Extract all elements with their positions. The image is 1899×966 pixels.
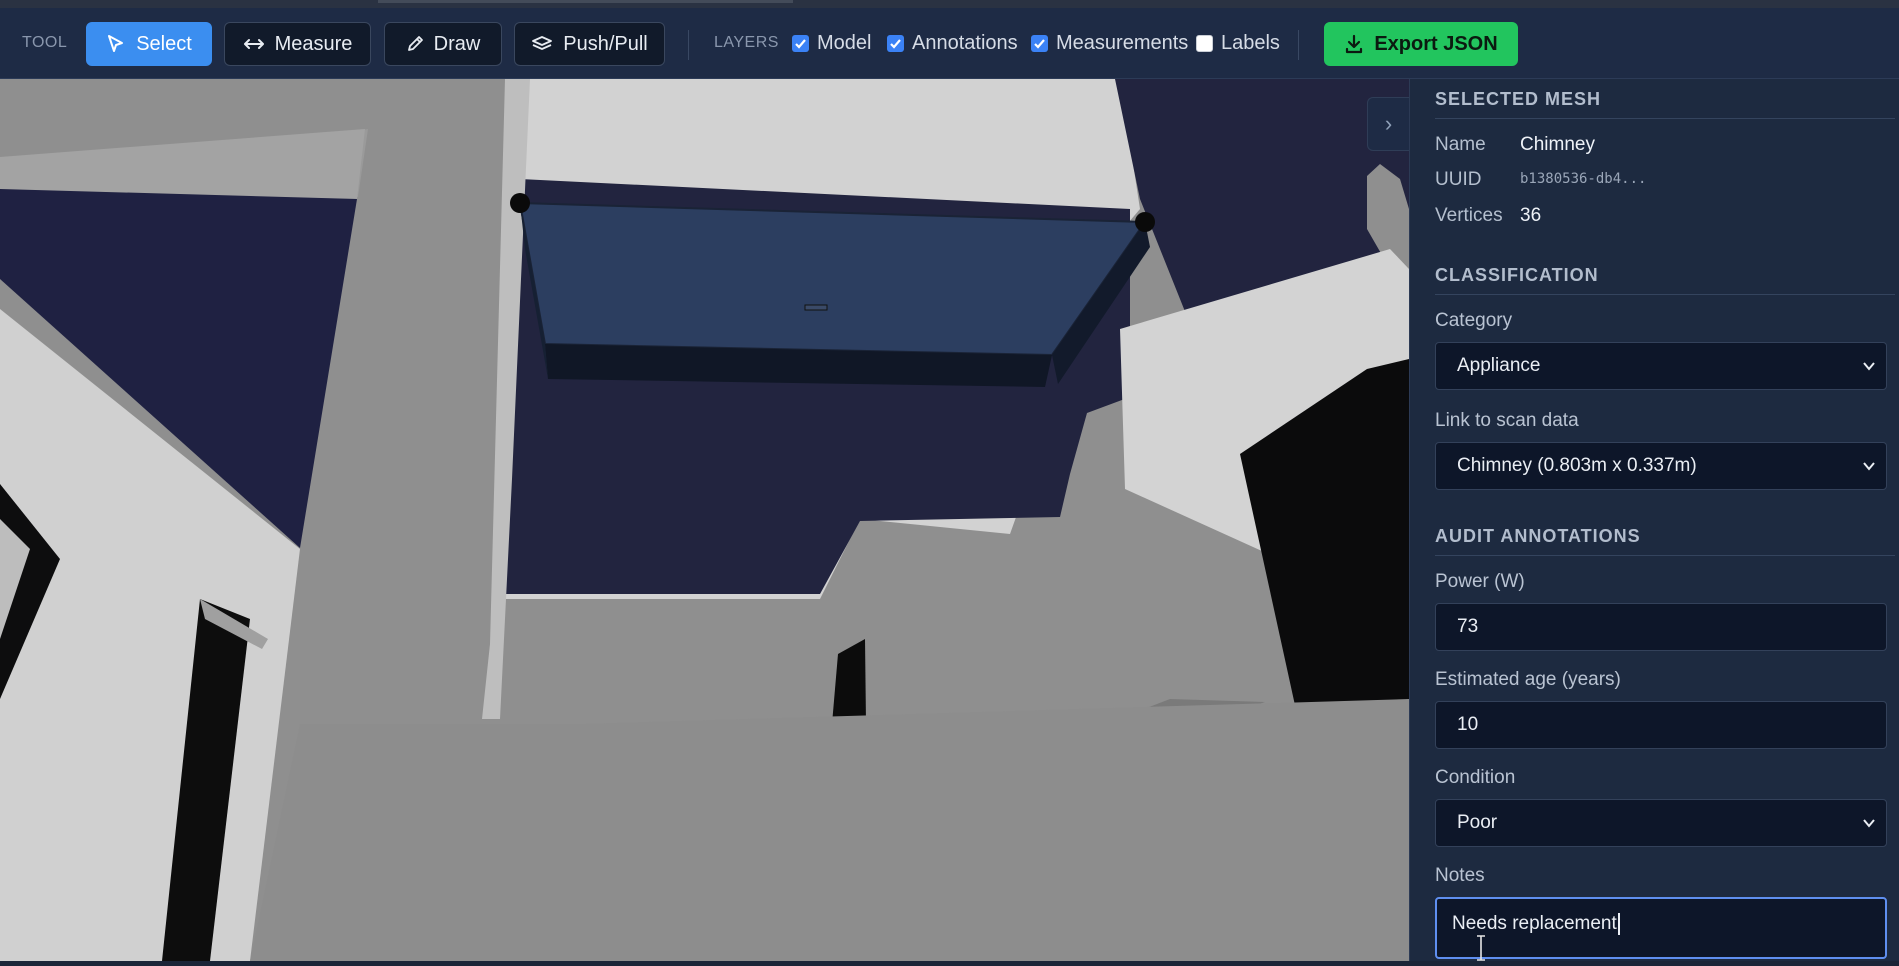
condition-selected-value: Poor	[1457, 812, 1498, 833]
power-label: Power (W)	[1435, 571, 1525, 592]
draw-tool-button[interactable]: Draw	[384, 22, 502, 66]
push-pull-tool-button[interactable]: Push/Pull	[514, 22, 665, 66]
layers-group-label: LAYERS	[714, 34, 779, 51]
category-label: Category	[1435, 310, 1513, 331]
toolbar: TOOL Select Measure Draw Push/Pull LAYER…	[0, 8, 1899, 79]
3d-scene[interactable]	[0, 79, 1409, 961]
condition-label: Condition	[1435, 767, 1516, 788]
checkbox-checked-icon[interactable]	[792, 35, 809, 52]
layer-label-labels: Labels	[1221, 32, 1280, 54]
mesh-name-key: Name	[1435, 134, 1486, 155]
select-tool-button[interactable]: Select	[86, 22, 212, 66]
checkbox-checked-icon[interactable]	[1031, 35, 1048, 52]
layer-toggle-annotations[interactable]: Annotations	[887, 32, 1018, 55]
category-selected-value: Appliance	[1457, 355, 1541, 376]
panel-collapse-button[interactable]: ›	[1367, 97, 1409, 151]
section-divider	[1435, 294, 1895, 295]
arrows-horizontal-icon	[243, 37, 265, 51]
measure-tool-label: Measure	[274, 32, 353, 55]
cursor-arrow-icon	[106, 34, 126, 54]
chevron-down-icon	[1862, 457, 1876, 479]
section-divider	[1435, 118, 1895, 119]
link-scan-select[interactable]: Chimney (0.803m x 0.337m)	[1435, 442, 1887, 490]
toolbar-divider	[1298, 30, 1299, 60]
power-input[interactable]: 73	[1435, 603, 1887, 651]
window-tab-indicator	[378, 0, 793, 3]
measure-tool-button[interactable]: Measure	[224, 22, 371, 66]
layer-label-model: Model	[817, 32, 872, 54]
layer-label-measurements: Measurements	[1056, 32, 1189, 54]
layer-toggle-labels[interactable]: Labels	[1196, 32, 1280, 55]
push-pull-tool-label: Push/Pull	[563, 32, 648, 55]
mesh-uuid-value: b1380536-db4...	[1520, 171, 1647, 187]
layer-toggle-measurements[interactable]: Measurements	[1031, 32, 1188, 55]
checkbox-unchecked-icon[interactable]	[1196, 35, 1213, 52]
pencil-icon	[406, 35, 424, 53]
tool-group-label: TOOL	[22, 34, 68, 51]
notes-text: Needs replacement	[1452, 913, 1617, 934]
checkbox-checked-icon[interactable]	[887, 35, 904, 52]
download-icon	[1344, 34, 1364, 54]
age-input-value: 10	[1457, 714, 1479, 735]
export-json-button[interactable]: Export JSON	[1324, 22, 1518, 66]
notes-textarea[interactable]: Needs replacement	[1435, 897, 1887, 959]
mesh-uuid-key: UUID	[1435, 169, 1482, 190]
properties-panel: SELECTED MESH Name Chimney UUID b1380536…	[1409, 79, 1899, 961]
link-scan-label: Link to scan data	[1435, 410, 1579, 431]
age-input[interactable]: 10	[1435, 701, 1887, 749]
mesh-vertices-value: 36	[1520, 205, 1542, 226]
audit-annotations-heading: AUDIT ANNOTATIONS	[1435, 526, 1641, 546]
age-label: Estimated age (years)	[1435, 669, 1621, 690]
chevron-down-icon	[1862, 814, 1876, 836]
mesh-vertices-key: Vertices	[1435, 205, 1503, 226]
category-select[interactable]: Appliance	[1435, 342, 1887, 390]
chevron-down-icon	[1862, 357, 1876, 379]
power-input-value: 73	[1457, 616, 1479, 637]
select-tool-label: Select	[136, 32, 192, 55]
layer-toggle-model[interactable]: Model	[792, 32, 871, 55]
link-scan-selected-value: Chimney (0.803m x 0.337m)	[1457, 455, 1697, 476]
3d-viewport[interactable]	[0, 79, 1409, 961]
layers-box-icon	[531, 35, 553, 53]
toolbar-divider	[688, 30, 689, 60]
section-divider	[1435, 555, 1895, 556]
draw-tool-label: Draw	[433, 32, 481, 55]
classification-heading: CLASSIFICATION	[1435, 265, 1599, 285]
selected-mesh-heading: SELECTED MESH	[1435, 89, 1602, 109]
mesh-name-value: Chimney	[1520, 134, 1595, 155]
layer-label-annotations: Annotations	[912, 32, 1018, 54]
text-caret	[1617, 913, 1620, 935]
text-cursor-ibeam-icon	[1475, 935, 1487, 966]
chevron-right-icon: ›	[1384, 111, 1393, 136]
notes-label: Notes	[1435, 865, 1485, 886]
condition-select[interactable]: Poor	[1435, 799, 1887, 847]
export-json-label: Export JSON	[1374, 32, 1498, 55]
window-top-strip	[0, 0, 1899, 8]
